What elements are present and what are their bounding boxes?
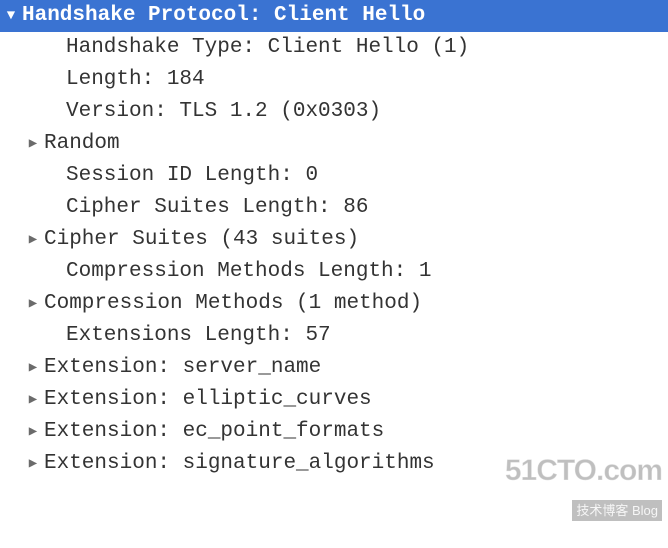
expand-arrow-icon[interactable]: ▶ bbox=[22, 390, 44, 411]
tree-node-label: Compression Methods (1 method) bbox=[44, 288, 422, 320]
tree-node-label: Version: TLS 1.2 (0x0303) bbox=[66, 96, 381, 128]
tree-node[interactable]: Version: TLS 1.2 (0x0303) bbox=[0, 96, 668, 128]
packet-tree: ▼ Handshake Protocol: Client Hello Hands… bbox=[0, 0, 668, 480]
tree-node-handshake-protocol[interactable]: ▼ Handshake Protocol: Client Hello bbox=[0, 0, 668, 32]
tree-node[interactable]: Length: 184 bbox=[0, 64, 668, 96]
tree-node-label: Cipher Suites (43 suites) bbox=[44, 224, 359, 256]
tree-node-label: Handshake Type: Client Hello (1) bbox=[66, 32, 469, 64]
expand-arrow-icon[interactable]: ▶ bbox=[22, 134, 44, 155]
tree-node-label: Cipher Suites Length: 86 bbox=[66, 192, 368, 224]
watermark-line2: 技术博客 Blog bbox=[572, 500, 662, 522]
tree-node-label: Extensions Length: 57 bbox=[66, 320, 331, 352]
tree-node[interactable]: Compression Methods Length: 1 bbox=[0, 256, 668, 288]
tree-node[interactable]: ▶Cipher Suites (43 suites) bbox=[0, 224, 668, 256]
tree-node[interactable]: ▶Extension: signature_algorithms bbox=[0, 448, 668, 480]
tree-node-label: Extension: elliptic_curves bbox=[44, 384, 372, 416]
tree-node-label: Length: 184 bbox=[66, 64, 205, 96]
tree-node[interactable]: ▶Extension: elliptic_curves bbox=[0, 384, 668, 416]
expand-arrow-icon[interactable]: ▶ bbox=[22, 294, 44, 315]
tree-node-label: Extension: server_name bbox=[44, 352, 321, 384]
tree-node-label: Session ID Length: 0 bbox=[66, 160, 318, 192]
tree-node[interactable]: ▶Extension: server_name bbox=[0, 352, 668, 384]
expand-arrow-icon[interactable]: ▶ bbox=[22, 422, 44, 443]
tree-node[interactable]: ▶Random bbox=[0, 128, 668, 160]
expand-arrow-icon[interactable]: ▼ bbox=[0, 6, 22, 27]
expand-arrow-icon[interactable]: ▶ bbox=[22, 454, 44, 475]
tree-node-label: Handshake Protocol: Client Hello bbox=[22, 0, 425, 32]
expand-arrow-icon[interactable]: ▶ bbox=[22, 230, 44, 251]
tree-node-label: Compression Methods Length: 1 bbox=[66, 256, 431, 288]
tree-node[interactable]: Session ID Length: 0 bbox=[0, 160, 668, 192]
expand-arrow-icon[interactable]: ▶ bbox=[22, 358, 44, 379]
tree-node-label: Random bbox=[44, 128, 120, 160]
tree-node[interactable]: Extensions Length: 57 bbox=[0, 320, 668, 352]
tree-node[interactable]: ▶Compression Methods (1 method) bbox=[0, 288, 668, 320]
tree-node[interactable]: Handshake Type: Client Hello (1) bbox=[0, 32, 668, 64]
tree-node-label: Extension: ec_point_formats bbox=[44, 416, 384, 448]
tree-node-label: Extension: signature_algorithms bbox=[44, 448, 435, 480]
tree-node[interactable]: Cipher Suites Length: 86 bbox=[0, 192, 668, 224]
tree-node[interactable]: ▶Extension: ec_point_formats bbox=[0, 416, 668, 448]
